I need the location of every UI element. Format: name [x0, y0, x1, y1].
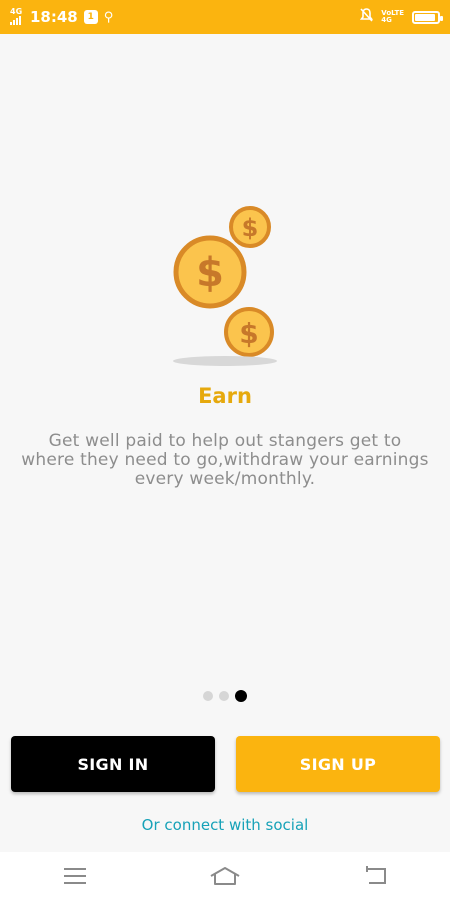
volte-bottom: 4G — [381, 16, 392, 24]
network-type: 4G — [10, 6, 23, 16]
svg-text:$: $ — [239, 317, 258, 350]
menu-icon[interactable] — [45, 856, 105, 896]
page-dot-2[interactable] — [219, 691, 229, 701]
volte-indicator: VoLTE 4G — [381, 10, 404, 24]
home-icon[interactable] — [195, 856, 255, 896]
status-time: 18:48 — [30, 8, 78, 26]
svg-text:$: $ — [242, 214, 259, 242]
page-indicator — [0, 690, 450, 702]
navigation-bar — [0, 852, 450, 900]
mute-icon — [360, 8, 374, 26]
sim-badge: 1 — [87, 12, 94, 22]
onboarding-description: Get well paid to help out stangers get t… — [21, 431, 429, 489]
coins-illustration: $ $ $ — [173, 206, 274, 357]
status-left: 4G 18:48 1 ⚲ — [10, 6, 114, 27]
page-dot-3[interactable] — [235, 690, 247, 702]
sign-in-button[interactable]: SIGN IN — [11, 736, 215, 792]
battery-fill — [415, 13, 436, 21]
back-icon[interactable] — [345, 856, 405, 896]
battery-icon — [412, 10, 443, 24]
sign-up-button[interactable]: SIGN UP — [236, 736, 440, 792]
onboarding-title: Earn — [198, 384, 252, 408]
connect-social-link[interactable]: Or connect with social — [0, 816, 450, 834]
signal-icon: 4G — [10, 6, 24, 27]
svg-text:$: $ — [196, 250, 224, 296]
status-right: VoLTE 4G — [360, 8, 443, 26]
coins-shadow — [173, 356, 277, 366]
hd-call-icon: 1 — [83, 10, 98, 24]
usb-icon: ⚲ — [103, 9, 114, 25]
coins-icon: $ $ $ — [165, 200, 285, 370]
page-dot-1[interactable] — [203, 691, 213, 701]
status-bar: 4G 18:48 1 ⚲ VoLTE 4G — [0, 0, 450, 34]
